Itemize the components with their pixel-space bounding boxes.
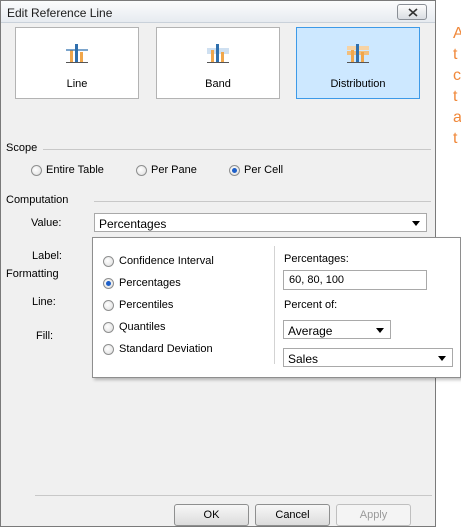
title-bar: Edit Reference Line [1,1,435,23]
percentages-label: Percentages: [284,253,349,265]
aggregation-dropdown[interactable]: Average [283,320,391,339]
option-percentiles-radio[interactable] [103,300,114,311]
help-text-line: c [453,67,461,84]
help-text-line: A [453,25,461,42]
tile-distribution[interactable]: Distribution [296,27,420,99]
scope-divider [43,149,431,150]
line-label: Line: [32,296,56,308]
aggregation-dropdown-text: Average [288,324,333,338]
scope-entire-table-radio[interactable] [31,165,42,176]
tile-line-label: Line [66,78,88,90]
help-text-line: t [453,46,458,63]
measure-dropdown-text: Sales [288,352,319,366]
help-text-line: t [453,88,458,105]
value-dropdown[interactable]: Percentages [94,213,427,232]
tile-band-label: Band [205,78,231,90]
scope-per-pane-label[interactable]: Per Pane [151,164,197,176]
dialog-title: Edit Reference Line [7,6,113,20]
scope-per-cell-label[interactable]: Per Cell [244,164,283,176]
fill-label: Fill: [36,330,54,342]
option-confidence-interval-label[interactable]: Confidence Interval [119,255,214,267]
option-percentiles-label[interactable]: Percentiles [119,299,173,311]
measure-dropdown[interactable]: Sales [283,348,453,367]
popup-divider [274,246,275,364]
label-label: Label: [32,250,62,262]
computation-popup: Confidence Interval Percentages Percenti… [92,237,461,378]
chevron-down-icon [438,356,446,361]
tile-band[interactable]: Band [156,27,280,99]
tile-line[interactable]: Line [15,27,139,99]
close-icon [408,8,418,17]
value-dropdown-text: Percentages [99,217,167,231]
scope-per-cell-radio[interactable] [229,165,240,176]
cancel-button[interactable]: Cancel [255,504,330,526]
percent-of-label: Percent of: [284,299,338,311]
tile-distribution-label: Distribution [330,78,386,90]
option-quantiles-radio[interactable] [103,322,114,333]
value-label: Value: [31,217,62,229]
scope-per-pane-radio[interactable] [136,165,147,176]
computation-heading: Computation [6,194,69,206]
bottom-divider [35,495,432,496]
scope-heading: Scope [6,142,38,154]
option-standard-deviation-label[interactable]: Standard Deviation [119,343,213,355]
ok-button[interactable]: OK [174,504,249,526]
option-percentages-radio[interactable] [103,278,114,289]
option-confidence-interval-radio[interactable] [103,256,114,267]
percentages-input-field[interactable] [284,271,426,289]
band-chart-icon [207,44,229,63]
computation-divider [94,201,431,202]
chevron-down-icon [412,221,420,226]
percentages-input[interactable] [283,270,427,290]
close-button[interactable] [397,4,427,20]
formatting-heading: Formatting [6,268,59,280]
distribution-chart-icon [347,44,369,63]
option-quantiles-label[interactable]: Quantiles [119,321,165,333]
scope-entire-table-label[interactable]: Entire Table [46,164,104,176]
option-percentages-label[interactable]: Percentages [119,277,181,289]
option-standard-deviation-radio[interactable] [103,344,114,355]
chevron-down-icon [376,328,384,333]
apply-button[interactable]: Apply [336,504,411,526]
help-text-line: a [453,109,461,126]
line-chart-icon [66,44,88,63]
help-text-line: t [453,130,458,147]
